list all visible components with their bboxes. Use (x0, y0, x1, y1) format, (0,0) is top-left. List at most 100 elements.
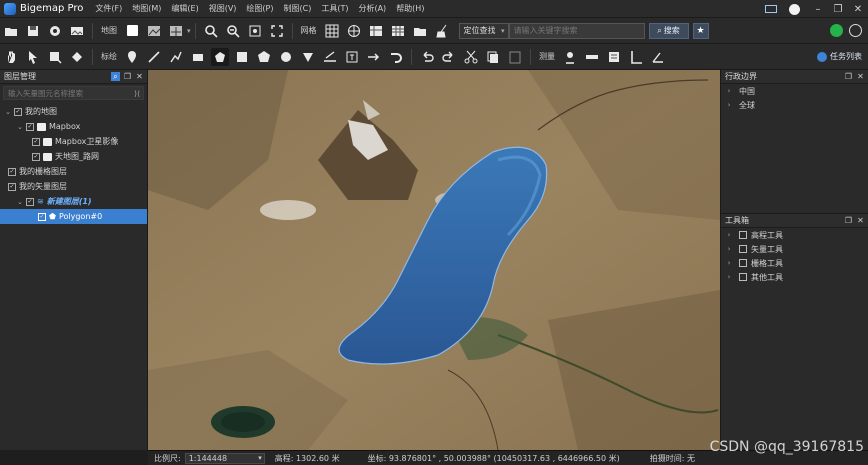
map-canvas[interactable] (148, 70, 720, 450)
layer-my-vector[interactable]: ✓ 我的矢量图层 (0, 179, 147, 194)
locate-select[interactable]: 定位查找 ▾ (458, 22, 509, 39)
globe-icon[interactable] (345, 22, 363, 40)
undo-icon[interactable] (418, 48, 436, 66)
folder-icon (37, 122, 46, 131)
height-measure-icon[interactable] (627, 48, 645, 66)
grid-icon[interactable] (323, 22, 341, 40)
location-person-icon[interactable] (561, 48, 579, 66)
pointer-icon[interactable] (24, 48, 42, 66)
layer-polygon-0[interactable]: ✓ ⬟ Polygon#0 (0, 209, 147, 224)
search-button[interactable]: ⌕ 搜索 (648, 22, 689, 39)
panel-close-icon[interactable]: ✕ (856, 216, 865, 225)
float-window-icon[interactable]: ❐ (844, 72, 853, 81)
gear-icon[interactable] (46, 22, 64, 40)
map-select-box[interactable] (123, 22, 141, 40)
polygon-tool-icon[interactable] (211, 47, 229, 66)
zoom-in-icon[interactable] (202, 22, 220, 40)
monitor-icon[interactable] (765, 5, 777, 13)
zoom-out-icon[interactable] (224, 22, 242, 40)
layer-search-icon[interactable]: ⌕ (111, 72, 120, 81)
arrow-right-icon[interactable] (365, 48, 383, 66)
panel-close-icon[interactable]: ✕ (135, 72, 144, 81)
float-window-icon[interactable]: ❐ (844, 216, 853, 225)
separator (291, 22, 293, 39)
toolbox-elevation-tools[interactable]: › 高程工具 (721, 228, 868, 242)
folder-icon[interactable] (411, 22, 429, 40)
layer-tianditu-road[interactable]: ✓ 天地图_路网 (0, 149, 147, 164)
scale-select[interactable]: 1:144448 ▾ (184, 452, 265, 464)
close-button[interactable]: ✕ (848, 0, 868, 18)
keyword-search-input[interactable] (508, 22, 645, 39)
toolbox-other-tools[interactable]: › 其他工具 (721, 270, 868, 284)
minimize-button[interactable]: – (808, 0, 828, 18)
app-logo-icon (4, 2, 16, 15)
measure-label: 测量 (539, 52, 555, 61)
avatar[interactable] (789, 3, 800, 15)
angle-measure-icon[interactable] (649, 48, 667, 66)
layer-my-map[interactable]: ⌄ ✓ 我的地图 (0, 104, 147, 119)
redo-icon[interactable] (440, 48, 458, 66)
marker-pin-icon[interactable] (123, 48, 141, 66)
copy-icon[interactable] (484, 48, 502, 66)
float-window-icon[interactable]: ❐ (123, 72, 132, 81)
admin-item-china[interactable]: › 中国 (721, 84, 868, 98)
ruler-icon[interactable] (583, 48, 601, 66)
save-icon[interactable] (24, 22, 42, 40)
scissors-icon[interactable] (462, 48, 480, 66)
menu-view[interactable]: 视图(V) (209, 3, 237, 14)
rectangle-icon[interactable] (189, 48, 207, 66)
open-folder-icon[interactable] (2, 22, 20, 40)
panel-close-icon[interactable]: ✕ (856, 72, 865, 81)
layer-tree: ⌄ ✓ 我的地图 ⌄ ✓ Mapbox ✓ Mapbox卫星影像 ✓ 天地图_路网 ✓ 我的栅… (0, 104, 147, 224)
line-icon[interactable] (145, 48, 163, 66)
toolbox-panel-header: 工具箱 ❐ ✕ (721, 214, 868, 228)
menu-analysis[interactable]: 分析(A) (358, 3, 386, 14)
map-layer-icon[interactable] (167, 22, 185, 40)
triangle-icon[interactable] (299, 48, 317, 66)
menu-help[interactable]: 帮助(H) (396, 3, 424, 14)
favorite-star-icon[interactable]: ★ (692, 22, 709, 39)
menu-map[interactable]: 地图(M) (132, 3, 161, 14)
toolbox-panel: 工具箱 ❐ ✕ › 高程工具 › 矢量工具 › 栅格工具 › 其他工具 (720, 213, 868, 450)
menu-draw[interactable]: 绘图(P) (246, 3, 273, 14)
raster-tool-icon (739, 259, 747, 267)
measure-line-icon[interactable] (321, 48, 339, 66)
menu-file[interactable]: 文件(F) (95, 3, 122, 14)
share-icon[interactable] (849, 24, 862, 37)
map-source-icon[interactable] (145, 22, 163, 40)
zoom-extent-icon[interactable] (246, 22, 264, 40)
polyline-icon[interactable] (167, 48, 185, 66)
pentagon-icon[interactable] (255, 48, 273, 66)
paste-icon[interactable] (506, 48, 524, 66)
layer-mapbox-satellite[interactable]: ✓ Mapbox卫星影像 (0, 134, 147, 149)
separator (194, 22, 196, 39)
menu-edit[interactable]: 编辑(E) (171, 3, 198, 14)
select-box-icon[interactable] (46, 48, 64, 66)
wechat-icon[interactable] (830, 24, 843, 37)
grid-table-icon[interactable] (367, 22, 385, 40)
fullscreen-icon[interactable] (268, 22, 286, 40)
layer-new-layer[interactable]: ⌄ ✓ ≋ 新建图层(1) (0, 194, 147, 209)
toolbox-vector-tools[interactable]: › 矢量工具 (721, 242, 868, 256)
circle-icon[interactable] (277, 48, 295, 66)
image-icon[interactable] (68, 22, 86, 40)
task-list-button[interactable]: 任务列表 (817, 51, 862, 62)
pan-hand-icon[interactable] (2, 48, 20, 66)
grid-sheet-icon[interactable] (389, 22, 407, 40)
toolbox-panel-title: 工具箱 (725, 216, 749, 225)
menu-cartography[interactable]: 制图(C) (284, 3, 312, 14)
text-box-icon[interactable] (343, 48, 361, 66)
menu-tools[interactable]: 工具(T) (321, 3, 348, 14)
layer-my-raster[interactable]: ✓ 我的栅格图层 (0, 164, 147, 179)
toolbox-raster-tools[interactable]: › 栅格工具 (721, 256, 868, 270)
curved-arrow-icon[interactable] (387, 48, 405, 66)
chevron-down-icon[interactable]: ▾ (187, 27, 191, 35)
area-measure-icon[interactable] (605, 48, 623, 66)
square-icon[interactable] (233, 48, 251, 66)
broom-icon[interactable] (433, 22, 451, 40)
admin-item-global[interactable]: › 全球 (721, 98, 868, 112)
layer-mapbox[interactable]: ⌄ ✓ Mapbox (0, 119, 147, 134)
restore-button[interactable]: ❐ (828, 0, 848, 18)
edit-shape-icon[interactable] (68, 48, 86, 66)
layer-search-input[interactable]: 输入矢量图元名称搜索 ⟩⟨ (3, 86, 144, 100)
